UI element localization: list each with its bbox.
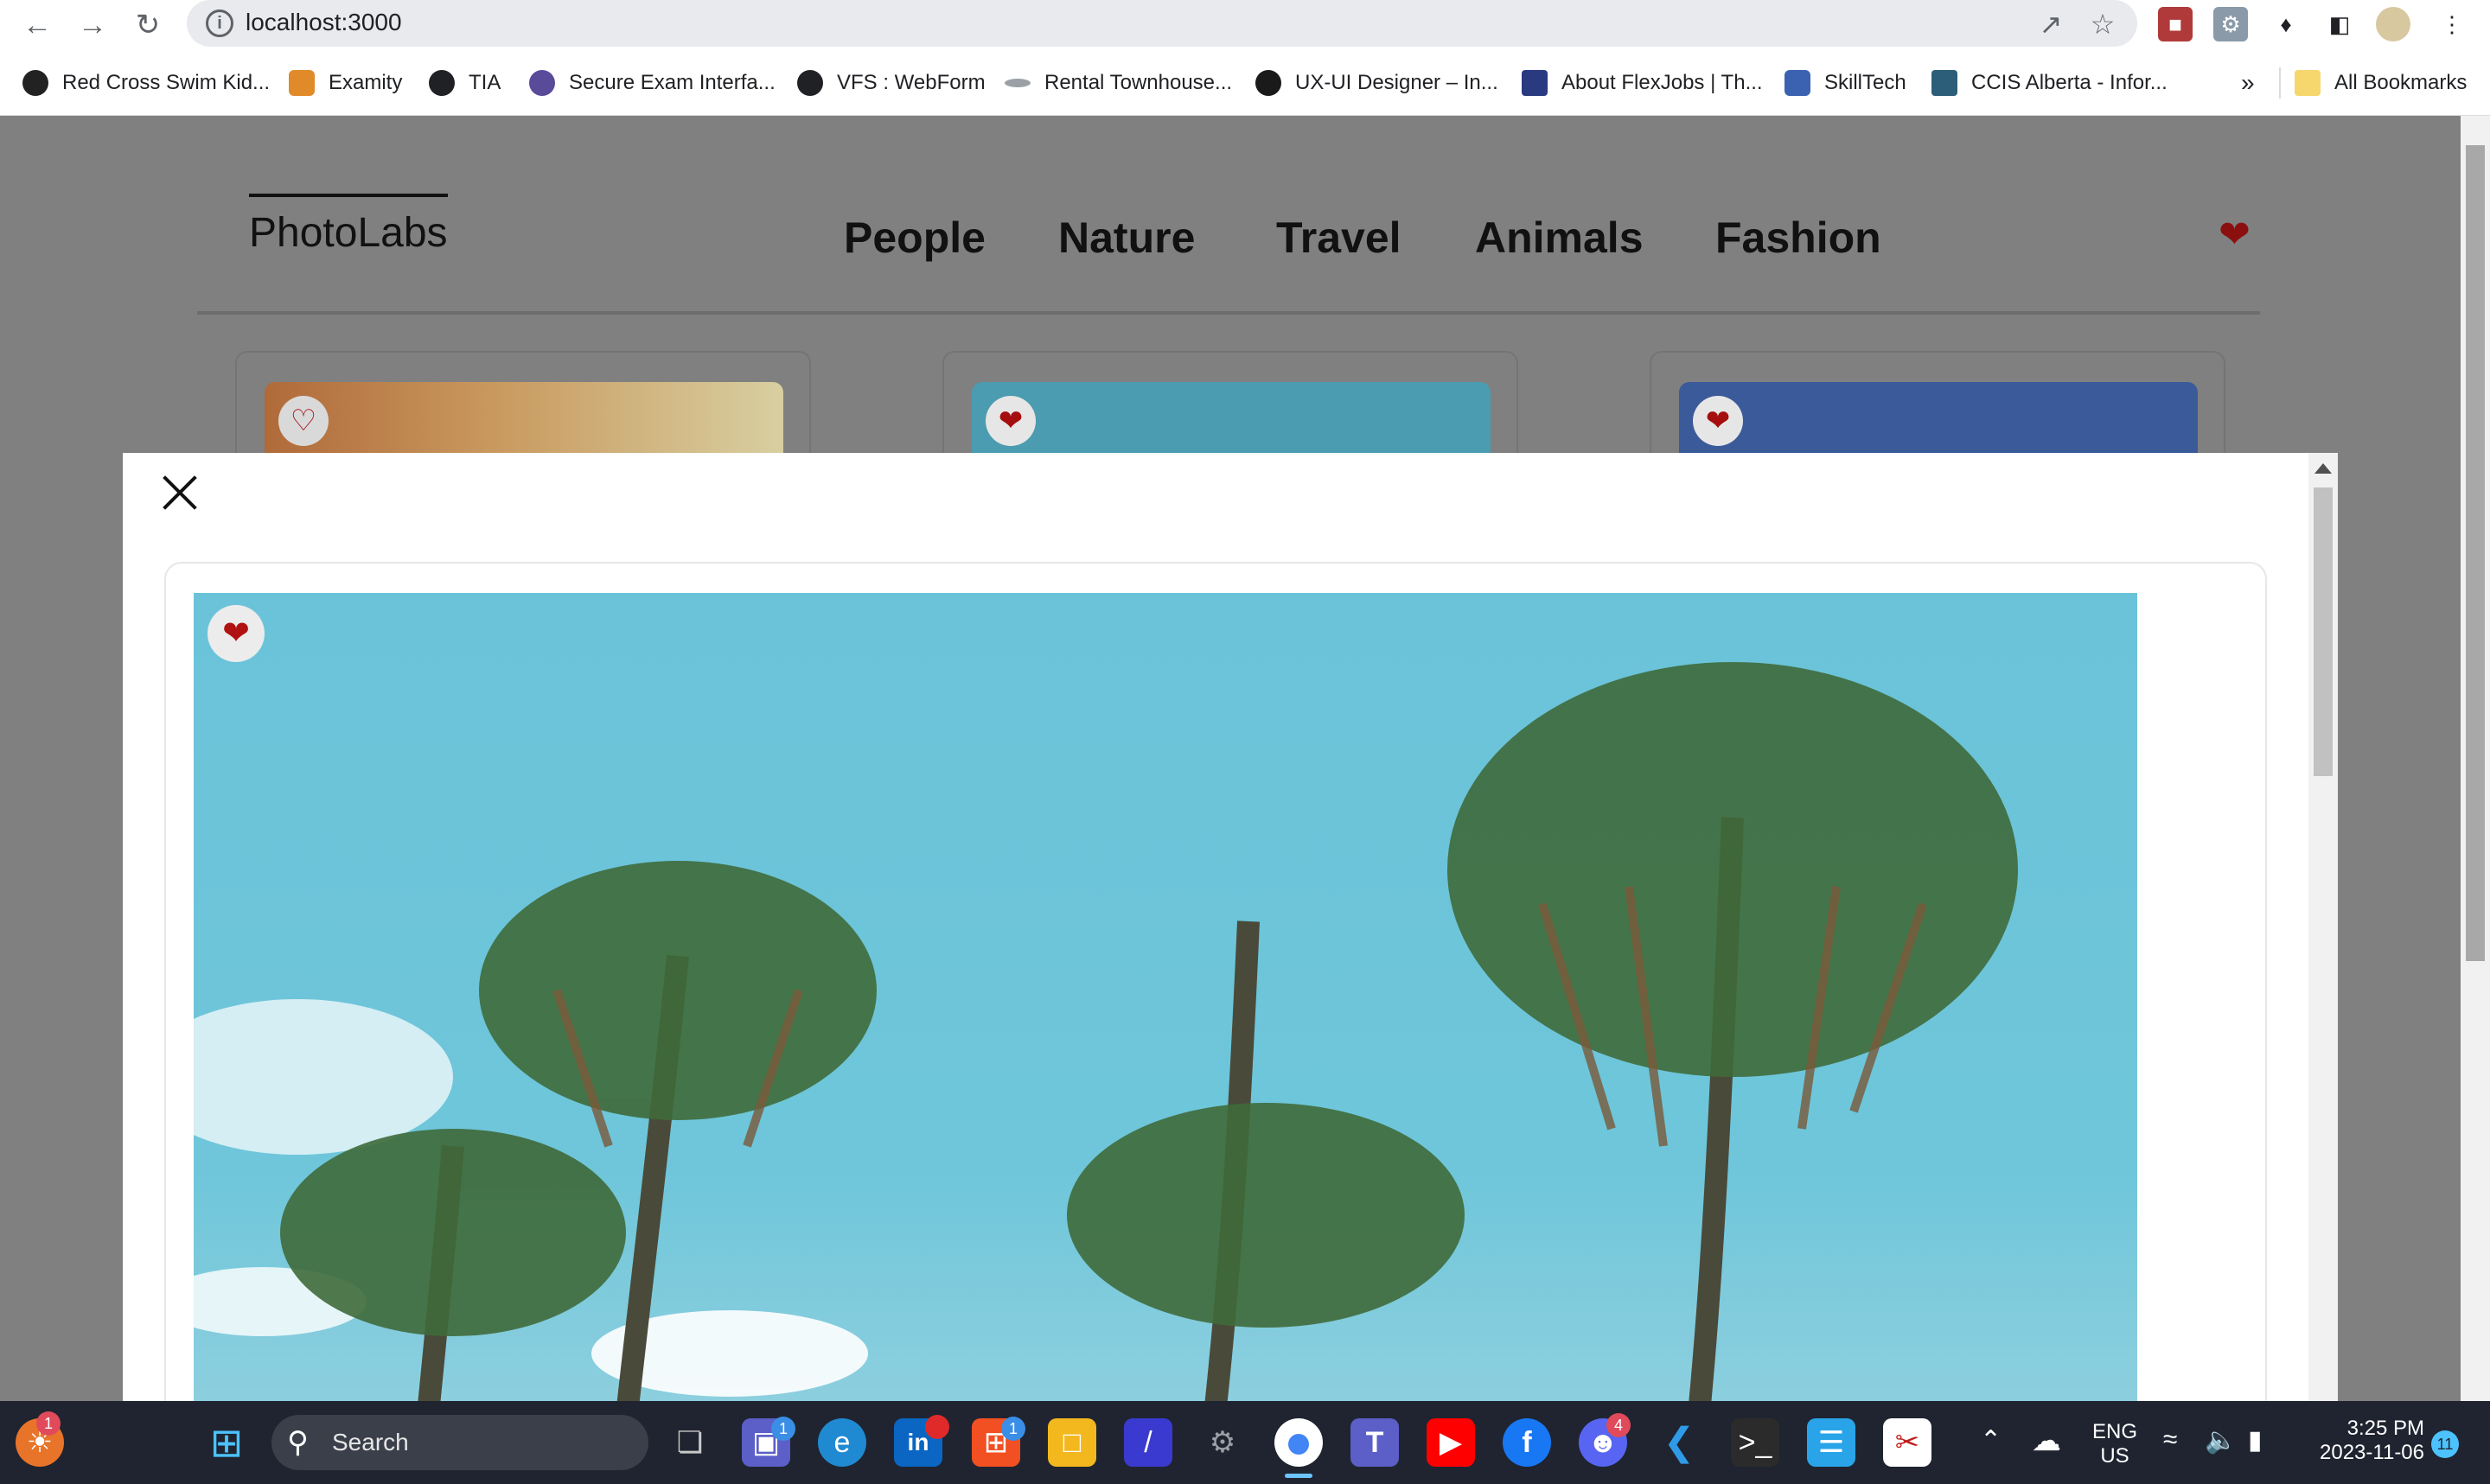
bookmark-favicon — [1931, 70, 1957, 96]
bookmark-favicon — [22, 70, 48, 96]
bookmark-favicon — [1005, 79, 1031, 87]
back-icon[interactable]: ← — [17, 5, 57, 45]
all-bookmarks-button[interactable]: All Bookmarks — [2295, 66, 2467, 100]
globe-icon — [797, 70, 823, 96]
settings-gear-icon[interactable]: ⚙ — [1198, 1418, 1247, 1467]
close-icon[interactable] — [163, 475, 197, 510]
bookmarks-bar: Red Cross Swim Kid... Examity TIA Secure… — [0, 50, 2490, 116]
modal-scrollbar[interactable] — [2308, 453, 2338, 1401]
volume-icon[interactable]: 🔈 — [2205, 1425, 2237, 1455]
edge-browser-icon[interactable]: e — [818, 1418, 866, 1467]
extension-red-icon[interactable]: ■ — [2158, 7, 2193, 41]
extensions-puzzle-icon[interactable]: ♦ — [2269, 7, 2303, 41]
bookmark-favicon — [1255, 70, 1281, 96]
notification-center-badge[interactable]: 11 — [2431, 1430, 2459, 1458]
windows-start-icon[interactable]: ⊞ — [202, 1418, 251, 1467]
bookmark-favicon — [529, 70, 555, 96]
bookmark-item[interactable]: SkillTech — [1784, 66, 1906, 100]
bookmark-favicon — [1784, 70, 1810, 96]
search-icon: ⚲ — [287, 1426, 309, 1459]
globe-icon — [429, 70, 455, 96]
bookmark-item[interactable]: Red Cross Swim Kid... — [22, 66, 270, 100]
topic-nature[interactable]: Nature — [1058, 213, 1195, 263]
battery-icon[interactable]: ▮ — [2248, 1425, 2263, 1455]
badge-count: 1 — [36, 1411, 61, 1436]
bookmark-item[interactable]: CCIS Alberta - Infor... — [1931, 66, 2168, 100]
browser-menu-icon[interactable]: ⋮ — [2435, 7, 2469, 41]
photo-details-modal: ❤ — [123, 453, 2338, 1401]
top-navigation-bar: PhotoLabs — [197, 194, 2260, 315]
wifi-icon[interactable]: ≈ — [2163, 1425, 2177, 1455]
app-icon[interactable]: / — [1124, 1418, 1172, 1467]
folder-icon — [2295, 70, 2321, 96]
bookmark-item[interactable]: About FlexJobs | Th... — [1522, 66, 1763, 100]
windows-taskbar: ☀ 1 ⊞ ⚲ Search ❏ ▣ 1 e in ⊞ 1 □ / ⚙ T ▶ … — [0, 1401, 2490, 1484]
bookmark-item[interactable]: Examity — [289, 66, 402, 100]
clock[interactable]: 3:25 PM 2023-11-06 — [2303, 1417, 2424, 1465]
photo-frame: ❤ — [164, 562, 2267, 1401]
scroll-up-arrow-icon[interactable] — [2314, 463, 2332, 474]
modal-scroll-thumb[interactable] — [2314, 487, 2333, 776]
bookmark-item[interactable]: UX-UI Designer – In... — [1255, 66, 1498, 100]
app-logo[interactable]: PhotoLabs — [249, 194, 448, 257]
badge-count: 1 — [1001, 1417, 1025, 1441]
teams-icon[interactable]: T — [1350, 1418, 1399, 1467]
vscode-icon[interactable]: ❮ — [1655, 1418, 1703, 1467]
modal-photo: ❤ — [194, 593, 2137, 1401]
taskbar-search[interactable]: ⚲ Search — [271, 1415, 648, 1470]
topic-animals[interactable]: Animals — [1475, 213, 1644, 263]
palm-trees-image — [194, 662, 2018, 1401]
active-app-indicator — [1285, 1474, 1312, 1478]
topic-fashion[interactable]: Fashion — [1715, 213, 1881, 263]
bookmark-item[interactable]: TIA — [429, 66, 501, 100]
bookmarks-overflow-button[interactable]: » — [2241, 66, 2255, 100]
heart-filled-icon[interactable]: ❤ — [208, 605, 265, 662]
language-indicator[interactable]: ENG US — [2092, 1420, 2137, 1468]
extension-gear-icon[interactable]: ⚙ — [2213, 7, 2248, 41]
heart-outline-icon[interactable]: ♡ — [278, 396, 329, 446]
browser-toolbar: ← → ↻ i localhost:3000 ↗ ☆ ■ ⚙ ♦ ◧ ⋮ — [0, 0, 2490, 50]
share-icon[interactable]: ↗ — [2032, 5, 2070, 43]
notification-dot — [925, 1415, 949, 1439]
heart-filled-icon[interactable]: ❤ — [1693, 396, 1743, 446]
forward-icon[interactable]: → — [73, 5, 112, 45]
topic-people[interactable]: People — [844, 213, 986, 263]
favourites-heart-icon[interactable]: ❤ — [2219, 213, 2251, 257]
side-panel-icon[interactable]: ◧ — [2322, 7, 2357, 41]
file-explorer-icon[interactable]: □ — [1048, 1418, 1096, 1467]
heart-filled-icon[interactable]: ❤ — [986, 396, 1036, 446]
bookmark-item[interactable]: Rental Townhouse... — [1005, 66, 1232, 100]
page-scrollbar[interactable] — [2461, 116, 2490, 1401]
youtube-icon[interactable]: ▶ — [1427, 1418, 1475, 1467]
facebook-icon[interactable]: f — [1503, 1418, 1551, 1467]
app-page: PhotoLabs People Nature Travel Animals F… — [0, 116, 2461, 1401]
chrome-icon[interactable] — [1274, 1418, 1323, 1467]
bookmark-favicon — [289, 70, 315, 96]
address-bar[interactable]: i localhost:3000 ↗ ☆ — [187, 0, 2137, 47]
bookmark-favicon — [1522, 70, 1548, 96]
profile-avatar[interactable] — [2376, 7, 2410, 41]
bookmarks-divider — [2279, 67, 2281, 99]
onedrive-cloud-icon[interactable]: ☁ — [2032, 1423, 2061, 1458]
task-view-icon[interactable]: ❏ — [666, 1418, 714, 1467]
tray-chevron-icon[interactable]: ⌃ — [1980, 1425, 2002, 1455]
bookmark-item[interactable]: VFS : WebForm — [797, 66, 986, 100]
badge-count: 4 — [1606, 1413, 1631, 1437]
bookmark-item[interactable]: Secure Exam Interfa... — [529, 66, 776, 100]
topic-travel[interactable]: Travel — [1276, 213, 1401, 263]
page-scroll-thumb[interactable] — [2466, 145, 2485, 961]
reload-icon[interactable]: ↻ — [128, 5, 168, 45]
url-text: localhost:3000 — [246, 9, 402, 35]
bookmark-star-icon[interactable]: ☆ — [2084, 5, 2122, 43]
badge-count: 1 — [771, 1417, 795, 1441]
terminal-icon[interactable]: >_ — [1731, 1418, 1779, 1467]
snipping-tool-icon[interactable]: ✂ — [1883, 1418, 1931, 1467]
site-info-icon[interactable]: i — [206, 10, 233, 37]
notepad-icon[interactable]: ☰ — [1807, 1418, 1855, 1467]
